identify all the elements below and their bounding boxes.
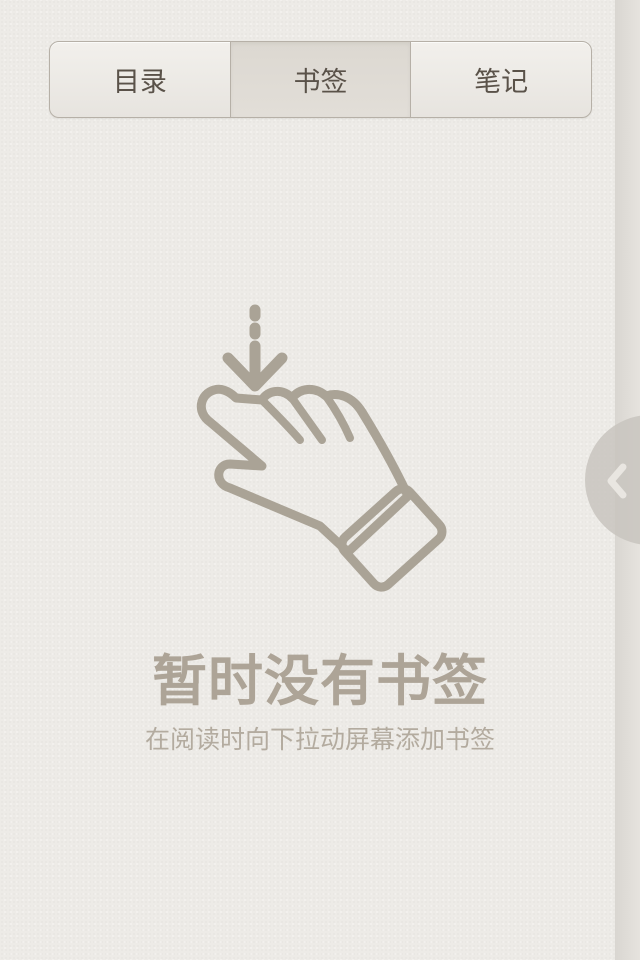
bookmarks-panel: 目录 书签 笔记 暂时没有书签 在阅读时向下拉动屏幕添加书签 — [0, 0, 615, 960]
bookmark-screen: 目录 书签 笔记 暂时没有书签 在阅读时向下拉动屏幕添加书签 — [0, 0, 640, 960]
empty-state-title: 暂时没有书签 — [151, 648, 488, 713]
empty-state-subtitle: 在阅读时向下拉动屏幕添加书签 — [144, 725, 495, 754]
pull-down-hand-icon — [196, 304, 447, 592]
tab-contents[interactable]: 目录 — [50, 42, 231, 117]
tab-bar: 目录 书签 笔记 — [49, 41, 592, 118]
tab-notes[interactable]: 笔记 — [411, 42, 591, 117]
tab-bookmarks[interactable]: 书签 — [230, 42, 412, 117]
chevron-left-icon — [607, 463, 627, 499]
